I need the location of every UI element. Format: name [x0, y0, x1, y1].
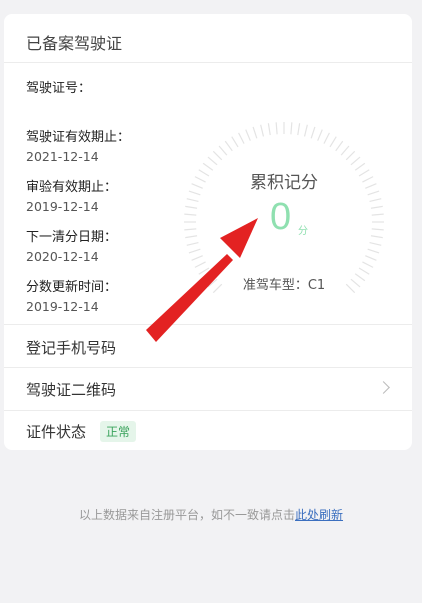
gauge-tick: [231, 136, 239, 148]
gauge-tick: [252, 126, 258, 139]
gauge-tick: [345, 150, 356, 161]
gauge-tick: [185, 205, 198, 209]
gauge-tick: [186, 198, 199, 203]
gauge-tick: [184, 228, 197, 231]
license-card: 已备案驾驶证 驾驶证号： 驾驶证有效期止： 2021-12-14 审验有效期止：…: [4, 14, 412, 450]
gauge-tick: [369, 198, 382, 203]
license-expiry: 驾驶证有效期止： 2021-12-14: [26, 126, 130, 164]
footer-text: 以上数据来自注册平台，如不一致请点击: [78, 508, 295, 522]
gauge-tick: [218, 145, 228, 156]
gauge-tick: [224, 140, 233, 152]
qrcode-row-label: 驾驶证二维码: [26, 380, 117, 399]
gauge-tick: [370, 205, 383, 209]
gauge-tick: [310, 126, 316, 139]
gauge-label: 累积记分: [250, 173, 318, 193]
phone-row-label: 登记手机号码: [26, 338, 117, 357]
gauge-tick: [365, 255, 377, 261]
gauge-tick: [245, 129, 251, 141]
gauge-tick: [194, 261, 206, 268]
status-badge: 正常: [100, 420, 137, 442]
gauge-tick: [323, 132, 330, 144]
divider: [4, 324, 412, 325]
chevron-right-icon: [377, 381, 390, 394]
card-title: 已备案驾驶证: [26, 34, 123, 53]
gauge-tick: [188, 248, 201, 254]
gauge-tick: [267, 123, 271, 136]
gauge-tick: [238, 132, 245, 144]
refresh-link[interactable]: 此处刷新: [295, 508, 343, 522]
divider: [4, 62, 412, 63]
gauge-tick: [367, 248, 380, 254]
next-clear-date-value: 2020-12-14: [26, 249, 99, 264]
gauge-tick: [185, 235, 198, 239]
score-update-time: 分数更新时间： 2019-12-14: [26, 276, 117, 314]
gauge-tick: [212, 150, 223, 161]
page: 已备案驾驶证 驾驶证号： 驾驶证有效期止： 2021-12-14 审验有效期止：…: [0, 0, 422, 603]
gauge-tick: [184, 213, 197, 216]
gauge-unit: 分: [298, 226, 308, 237]
score-update-time-value: 2019-12-14: [26, 299, 99, 314]
gauge-tick: [191, 255, 203, 261]
gauge-tick: [297, 123, 301, 136]
next-clear-date-label: 下一清分日期：: [26, 230, 118, 245]
gauge-tick: [369, 241, 382, 246]
gauge-tick: [317, 129, 323, 141]
score-update-time-label: 分数更新时间：: [26, 280, 118, 295]
status-row: 证件状态 正常: [4, 410, 412, 450]
license-number: 驾驶证号：: [26, 77, 91, 96]
gauge-tick: [260, 124, 265, 137]
gauge-tick: [186, 241, 199, 246]
score-gauge: 累积记分 0 分 准驾车型：C1: [180, 118, 388, 326]
gauge-tick: [290, 122, 293, 135]
qrcode-row[interactable]: 驾驶证二维码: [4, 368, 412, 410]
gauge-tick: [329, 136, 337, 148]
gauge-tick: [275, 122, 278, 135]
gauge-tick: [350, 156, 361, 166]
gauge-score: 0: [270, 196, 292, 238]
gauge-tick: [371, 228, 384, 231]
inspection-expiry-label: 审验有效期止：: [26, 180, 118, 195]
next-clear-date: 下一清分日期： 2020-12-14: [26, 226, 117, 264]
phone-row[interactable]: 登记手机号码: [4, 326, 412, 368]
gauge-tick: [303, 124, 308, 137]
license-number-label: 驾驶证号：: [26, 81, 92, 96]
footer-note: 以上数据来自注册平台，如不一致请点击此处刷新: [0, 506, 422, 523]
gauge-tick: [362, 261, 374, 268]
license-expiry-label: 驾驶证有效期止：: [26, 130, 131, 145]
license-expiry-value: 2021-12-14: [26, 149, 99, 164]
gauge-tick: [340, 145, 350, 156]
gauge-tick: [335, 140, 344, 152]
status-row-label: 证件状态: [26, 422, 87, 441]
gauge-tick: [371, 213, 384, 216]
gauge-tick: [207, 156, 218, 166]
inspection-expiry: 审验有效期止： 2019-12-14: [26, 176, 117, 214]
gauge-tick: [370, 235, 383, 239]
inspection-expiry-value: 2019-12-14: [26, 199, 99, 214]
car-type: 准驾车型：C1: [242, 278, 326, 293]
